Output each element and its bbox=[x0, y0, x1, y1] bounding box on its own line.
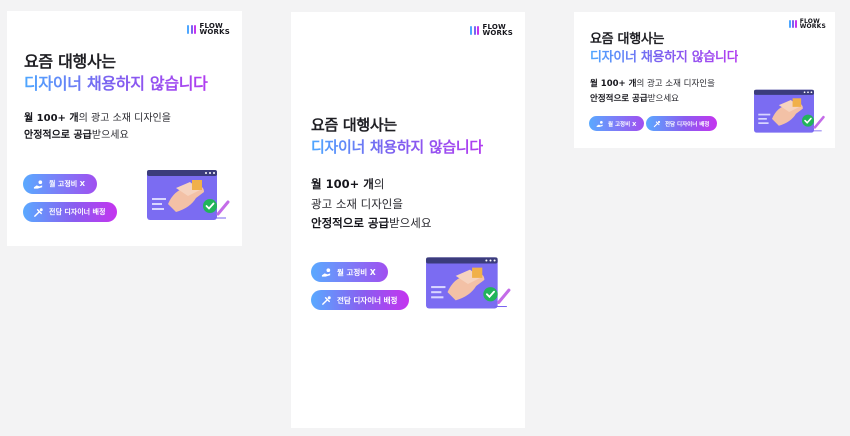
body-line-2: 안정적으로 공급받으세요 bbox=[24, 126, 129, 141]
flowworks-logo: FLOW WORKS bbox=[788, 18, 826, 31]
body-line-2: 광고 소재 디자인을 bbox=[311, 197, 403, 211]
flowworks-logo-mark bbox=[788, 20, 797, 29]
headline-line-2: 디자이너 채용하지 않습니다 bbox=[311, 138, 483, 156]
fixed-cost-pill[interactable]: 월 고정비 X bbox=[589, 116, 645, 131]
body-line-1-rest: 의 광고 소재 디자인을 bbox=[636, 79, 715, 89]
designer-pill[interactable]: 전담 디자이너 배정 bbox=[311, 290, 410, 310]
designer-pill[interactable]: 전담 디자이너 배정 bbox=[23, 202, 118, 222]
logo-line-2: WORKS bbox=[799, 23, 826, 31]
pencil-icon bbox=[813, 115, 825, 129]
fixed-cost-pill[interactable]: 월 고정비 X bbox=[23, 174, 98, 194]
body-line-1-rest: 의 bbox=[373, 177, 385, 191]
body-line-1: 월 100+ 개의 광고 소재 디자인을 bbox=[590, 77, 715, 89]
monthly-count: 월 100+ 개 bbox=[24, 113, 79, 124]
monthly-count: 월 100+ 개 bbox=[311, 177, 374, 191]
body-line-2-rest: 받으세요 bbox=[91, 130, 129, 141]
fixed-cost-label: 월 고정비 X bbox=[337, 267, 376, 277]
flowworks-logo-mark bbox=[470, 25, 480, 35]
pencil-icon bbox=[497, 288, 511, 304]
logo-line-2: WORKS bbox=[199, 28, 230, 37]
headline-line-2: 디자이너 채용하지 않습니다 bbox=[24, 74, 208, 93]
body-line-3-rest: 받으세요 bbox=[389, 216, 432, 230]
headline-line-1: 요즘 대행사는 bbox=[311, 116, 397, 134]
headline-line-1: 요즘 대행사는 bbox=[24, 52, 116, 71]
pencil-icon bbox=[216, 200, 230, 216]
designer-label: 전담 디자이너 배정 bbox=[337, 295, 398, 305]
body-line-1: 월 100+ 개의 광고 소재 디자인을 bbox=[24, 109, 171, 124]
ad-card-wide: FLOW WORKS 요즘 대행사는 디자이너 채용하지 않습니다 월 100+… bbox=[574, 12, 835, 148]
stable-supply: 안정적으로 공급 bbox=[590, 94, 648, 104]
flowworks-logo: FLOW WORKS bbox=[187, 22, 230, 37]
body-line-2: 안정적으로 공급받으세요 bbox=[590, 92, 679, 104]
tools-icon bbox=[34, 207, 43, 217]
body-line-1-rest: 의 광고 소재 디자인을 bbox=[78, 113, 171, 124]
body-line-3: 안정적으로 공급받으세요 bbox=[311, 215, 431, 231]
fixed-cost-pill[interactable]: 월 고정비 X bbox=[311, 262, 388, 282]
handshake-illustration bbox=[754, 89, 825, 133]
hand-coin-icon bbox=[33, 179, 43, 189]
fixed-cost-label: 월 고정비 X bbox=[608, 121, 637, 128]
monthly-count: 월 100+ 개 bbox=[590, 79, 637, 89]
tools-icon bbox=[653, 120, 661, 127]
designer-label: 전담 디자이너 배정 bbox=[665, 121, 710, 128]
stable-supply: 안정적으로 공급 bbox=[24, 130, 92, 141]
handshake-illustration bbox=[147, 170, 230, 220]
fixed-cost-label: 월 고정비 X bbox=[49, 180, 86, 188]
designer-label: 전담 디자이너 배정 bbox=[49, 208, 106, 216]
check-badge-icon bbox=[203, 199, 217, 213]
hand-coin-icon bbox=[321, 267, 331, 277]
headline-line-2: 디자이너 채용하지 않습니다 bbox=[590, 50, 739, 65]
check-badge-icon bbox=[802, 114, 814, 127]
ad-card-tall: FLOW WORKS 요즘 대행사는 디자이너 채용하지 않습니다 월 100+… bbox=[291, 12, 525, 428]
designer-pill[interactable]: 전담 디자이너 배정 bbox=[646, 116, 718, 131]
body-line-1: 월 100+ 개의 bbox=[311, 176, 384, 192]
flowworks-logo: FLOW WORKS bbox=[470, 23, 513, 38]
body-line-2-rest: 받으세요 bbox=[647, 94, 679, 104]
flowworks-logo-mark bbox=[187, 24, 197, 34]
hand-coin-icon bbox=[596, 120, 603, 127]
logo-line-2: WORKS bbox=[482, 29, 513, 38]
check-badge-icon bbox=[483, 287, 498, 302]
headline-line-1: 요즘 대행사는 bbox=[590, 32, 665, 47]
handshake-illustration bbox=[426, 257, 511, 309]
ad-card-square: FLOW WORKS 요즘 대행사는 디자이너 채용하지 않습니다 월 100+… bbox=[7, 11, 242, 246]
stable-supply: 안정적으로 공급 bbox=[311, 216, 390, 230]
tools-icon bbox=[322, 295, 331, 305]
